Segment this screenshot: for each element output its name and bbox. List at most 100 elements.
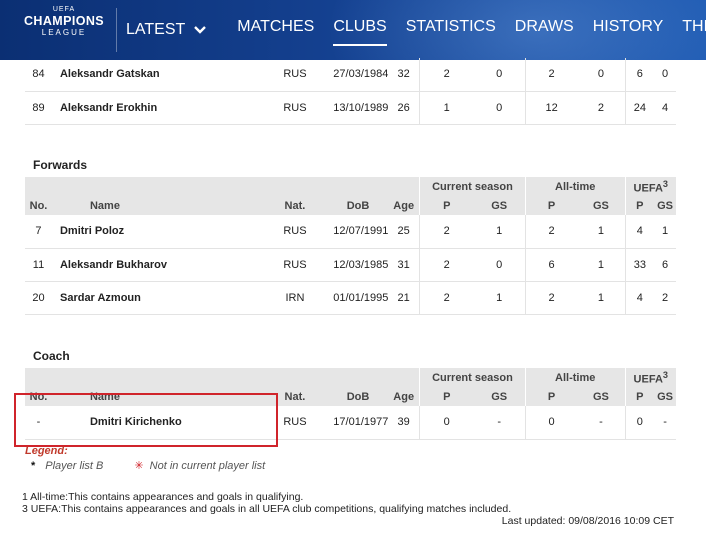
section-title-forwards: Forwards — [33, 158, 88, 172]
cell-at-p: 6 — [524, 248, 578, 282]
header-nat: Nat. — [274, 387, 316, 406]
cell-uefa-gs: 0 — [654, 58, 676, 92]
header-current-season: Current season — [419, 177, 526, 196]
header-uefa-label: UEFA — [633, 182, 663, 195]
table-header-row: Current season All-time UEFA3 — [25, 368, 676, 387]
nav-item-label: THE FINAL — [682, 18, 706, 35]
cell-nat: RUS — [274, 215, 316, 249]
header-age: Age — [388, 387, 420, 406]
logo-league-text: LEAGUE — [41, 28, 87, 37]
chevron-down-icon — [194, 26, 207, 34]
cell-uefa-p: 6 — [624, 58, 655, 92]
cell-age: 39 — [388, 406, 420, 440]
cell-cs-gs: 1 — [473, 215, 526, 249]
cell-no: 11 — [25, 248, 52, 282]
cell-cs-p: 2 — [419, 215, 474, 249]
last-updated: Last updated: 09/08/2016 10:09 CET — [501, 515, 674, 527]
asterisk-icon: * — [31, 460, 36, 472]
legend-items: * Player list B ✳ Not in current player li… — [31, 459, 265, 472]
footnotes: 1 All-time:This contains appearances and… — [22, 491, 512, 515]
header-gs: GS — [654, 387, 676, 406]
player-name-link[interactable]: Aleksandr Bukharov — [51, 248, 275, 282]
header-gs: GS — [473, 387, 526, 406]
logo-champions-text: CHAMPIONS — [24, 14, 104, 28]
header-uefa-sup: 3 — [662, 178, 668, 189]
nav-item-history[interactable]: HISTORY — [593, 0, 664, 60]
main-nav: LATEST MATCHES CLUBS STATISTICS DRAWS HI… — [126, 0, 706, 60]
nav-item-draws[interactable]: DRAWS — [515, 0, 574, 60]
player-name-link[interactable]: Aleksandr Erokhin — [51, 91, 275, 125]
cell-cs-p: 2 — [419, 248, 474, 282]
cell-cs-gs: 0 — [473, 91, 526, 125]
header-uefa: UEFA3 — [624, 368, 676, 387]
cell-at-gs: 2 — [577, 91, 626, 125]
cell-at-p: 2 — [524, 281, 578, 315]
header-no: No. — [25, 196, 52, 215]
header-uefa-sup: 3 — [662, 369, 668, 380]
player-name-link[interactable]: Dmitri Poloz — [51, 215, 275, 249]
nav-item-latest[interactable]: LATEST — [126, 0, 207, 60]
header-all-time: All-time — [524, 177, 626, 196]
header-uefa: UEFA3 — [624, 177, 676, 196]
cell-cs-gs: 0 — [473, 248, 526, 282]
header-gs: GS — [577, 196, 626, 215]
nav-item-clubs[interactable]: CLUBS — [333, 0, 388, 60]
table-row: 7 Dmitri Poloz RUS 12/07/1991 25 2 1 2 1… — [25, 215, 676, 249]
header-p: P — [624, 387, 655, 406]
nav-item-the-final[interactable]: THE FINAL — [682, 0, 706, 60]
header-spacer — [25, 177, 420, 196]
header-gs: GS — [654, 196, 676, 215]
goalkeepers-table: 84 Aleksandr Gatskan RUS 27/03/1984 32 2… — [25, 58, 676, 125]
legend-item-label: Not in current player list — [149, 460, 266, 472]
top-navigation-bar: UEFA CHAMPIONS LEAGUE LATEST MATCHES CLU… — [0, 0, 706, 60]
header-p: P — [419, 196, 474, 215]
table-row: 11 Aleksandr Bukharov RUS 12/03/1985 31 … — [25, 248, 676, 282]
cell-dob: 27/03/1984 — [315, 58, 389, 92]
cell-at-p: 0 — [524, 406, 578, 440]
champions-league-logo[interactable]: UEFA CHAMPIONS LEAGUE — [18, 6, 110, 52]
cell-nat: RUS — [274, 91, 316, 125]
cell-cs-gs: 0 — [473, 58, 526, 92]
cell-cs-p: 2 — [419, 281, 474, 315]
logo-uefa-text: UEFA — [52, 6, 76, 13]
table-row: 84 Aleksandr Gatskan RUS 27/03/1984 32 2… — [25, 58, 676, 92]
legend: Legend: * Player list B ✳ Not in current p… — [25, 445, 265, 472]
cell-at-gs: - — [577, 406, 626, 440]
cell-uefa-p: 4 — [624, 215, 655, 249]
header-age: Age — [388, 196, 420, 215]
cell-cs-gs: 1 — [473, 281, 526, 315]
footnote-all-time: 1 All-time:This contains appearances and… — [22, 491, 304, 503]
cell-uefa-p: 33 — [624, 248, 655, 282]
cell-nat: RUS — [274, 58, 316, 92]
player-name-link[interactable]: Aleksandr Gatskan — [51, 58, 275, 92]
header-p: P — [419, 387, 474, 406]
header-p: P — [624, 196, 655, 215]
cell-age: 25 — [388, 215, 420, 249]
cell-uefa-gs: 6 — [654, 248, 676, 282]
cell-at-p: 2 — [524, 215, 578, 249]
red-asterisk-icon: ✳ — [134, 460, 144, 472]
cell-no: 7 — [25, 215, 52, 249]
cell-uefa-gs: - — [654, 406, 676, 440]
table-header-row: No. Name Nat. DoB Age P GS P GS P GS — [25, 196, 676, 215]
footnote-uefa: 3 UEFA:This contains appearances and goa… — [22, 502, 512, 515]
table-row: 89 Aleksandr Erokhin RUS 13/10/1989 26 1… — [25, 91, 676, 125]
nav-item-label: HISTORY — [592, 18, 664, 35]
player-name-link[interactable]: Sardar Azmoun — [51, 281, 275, 315]
cell-uefa-gs: 2 — [654, 281, 676, 315]
cell-nat: RUS — [274, 406, 316, 440]
header-dob: DoB — [315, 387, 389, 406]
nav-item-statistics[interactable]: STATISTICS — [406, 0, 496, 60]
cell-uefa-gs: 4 — [654, 91, 676, 125]
cell-dob: 12/03/1985 — [315, 248, 389, 282]
cell-age: 26 — [388, 91, 420, 125]
table-header-row: Current season All-time UEFA3 — [25, 177, 676, 196]
nav-item-matches[interactable]: MATCHES — [237, 0, 314, 60]
header-name: Name — [51, 196, 275, 215]
cell-dob: 12/07/1991 — [315, 215, 389, 249]
cell-no: 20 — [25, 281, 52, 315]
nav-item-label: LATEST — [126, 21, 186, 38]
cell-at-p: 2 — [524, 58, 578, 92]
cell-uefa-p: 0 — [624, 406, 655, 440]
legend-item-label: Player list B — [45, 460, 104, 472]
